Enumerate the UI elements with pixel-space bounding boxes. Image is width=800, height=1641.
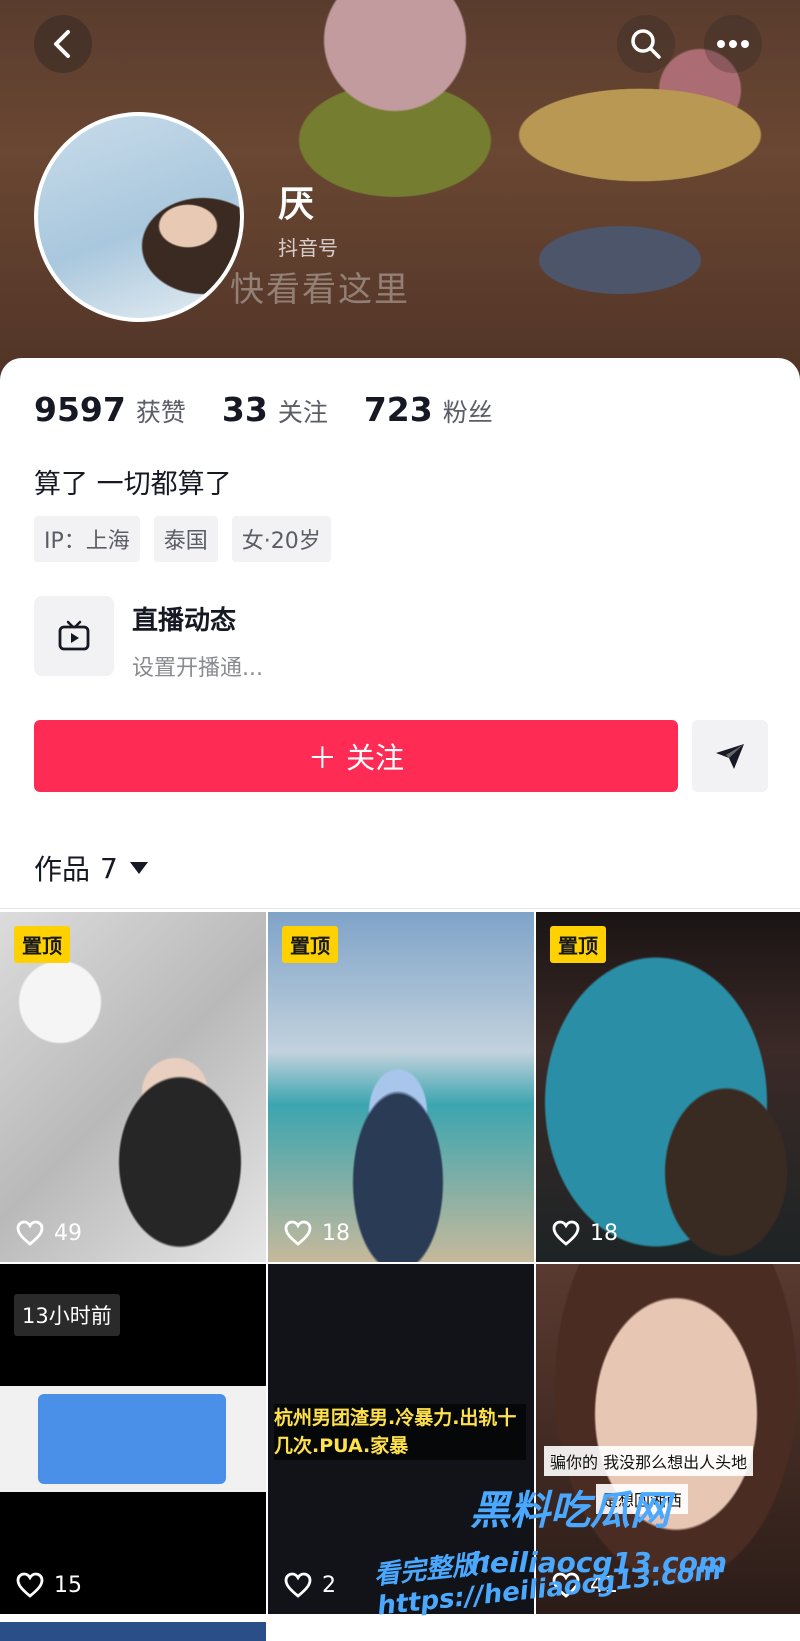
chat-screenshot xyxy=(0,1386,266,1492)
likes-count: 9597 xyxy=(34,390,126,429)
like-count: 18 xyxy=(284,1220,350,1246)
more-button[interactable] xyxy=(704,15,762,73)
works-label: 作品 xyxy=(34,853,91,886)
next-row-blank xyxy=(268,1622,800,1641)
profile-signature: 算了 一切都算了 xyxy=(34,469,232,500)
video-caption: 杭州男团渣男.冷暴力.出轨十几次.PUA.家暴 xyxy=(274,1404,526,1460)
like-count: 15 xyxy=(16,1572,82,1598)
followers-stat[interactable]: 723 粉丝 xyxy=(364,390,493,429)
chevron-left-icon xyxy=(54,30,70,58)
caret-down-icon xyxy=(129,862,148,874)
next-row-tile-edge xyxy=(0,1622,266,1641)
more-dots-icon xyxy=(717,40,749,48)
like-count: 49 xyxy=(16,1220,82,1246)
location-tag: 泰国 xyxy=(153,516,218,562)
profile-card: 9597 获赞 33 关注 723 粉丝 算了 一切都算了 IP：上海 泰国 女… xyxy=(0,358,800,910)
heart-icon xyxy=(16,1220,44,1246)
video-tile[interactable]: 置顶 18 xyxy=(268,912,534,1262)
like-count-value: 18 xyxy=(590,1220,618,1246)
profile-name: 厌 xyxy=(278,184,315,225)
back-button[interactable] xyxy=(34,15,92,73)
pinned-badge: 置顶 xyxy=(14,926,70,963)
chat-bubble xyxy=(38,1394,226,1484)
following-stat[interactable]: 33 关注 xyxy=(222,390,328,429)
followers-count: 723 xyxy=(363,390,433,429)
following-count: 33 xyxy=(221,390,268,429)
like-count: 2 xyxy=(284,1572,336,1598)
following-label: 关注 xyxy=(277,398,328,427)
gender-age-tag: 女·20岁 xyxy=(231,516,331,562)
profile-banner: 厌 抖音号 快看看这里 xyxy=(0,0,800,380)
likes-label: 获赞 xyxy=(135,398,186,427)
search-button[interactable] xyxy=(617,15,675,73)
likes-stat[interactable]: 9597 获赞 xyxy=(34,390,186,429)
message-button[interactable] xyxy=(692,720,768,792)
heart-icon xyxy=(16,1572,44,1598)
like-count-value: 18 xyxy=(322,1220,350,1246)
search-icon xyxy=(631,29,661,59)
video-tile[interactable]: 置顶 18 xyxy=(536,912,800,1262)
like-count: 18 xyxy=(552,1220,618,1246)
time-badge: 13小时前 xyxy=(14,1294,120,1336)
douyin-id: 抖音号 xyxy=(278,236,338,260)
banner-watermark-text: 快看看这里 xyxy=(230,270,410,310)
works-tab[interactable]: 作品 7 xyxy=(34,848,148,888)
avatar[interactable] xyxy=(34,112,244,322)
live-title[interactable]: 直播动态 xyxy=(132,600,236,637)
overlay-text-1: 骗你的 我没那么想出人头地 xyxy=(544,1446,754,1476)
works-count: 7 xyxy=(100,851,118,885)
follow-button[interactable]: ＋ 关注 xyxy=(34,720,678,792)
video-tile[interactable]: 置顶 49 xyxy=(0,912,266,1262)
pinned-badge: 置顶 xyxy=(282,926,338,963)
live-entry-icon-box[interactable] xyxy=(34,596,114,676)
ip-tag: IP：上海 xyxy=(34,516,140,562)
like-count-value: 49 xyxy=(54,1220,82,1246)
send-icon xyxy=(716,744,744,769)
profile-tags: IP：上海 泰国 女·20岁 xyxy=(34,516,345,562)
heart-icon xyxy=(552,1220,580,1246)
stats-row: 9597 获赞 33 关注 723 粉丝 xyxy=(34,390,529,429)
pinned-badge: 置顶 xyxy=(550,926,606,963)
tv-icon xyxy=(58,620,90,651)
video-tile[interactable]: 13小时前 15 xyxy=(0,1264,266,1614)
divider xyxy=(0,908,800,909)
followers-label: 粉丝 xyxy=(442,398,493,427)
heart-icon xyxy=(284,1572,312,1598)
heart-icon xyxy=(284,1220,312,1246)
like-count-value: 2 xyxy=(322,1572,336,1598)
live-subtitle: 设置开播通... xyxy=(132,656,263,681)
like-count-value: 15 xyxy=(54,1572,82,1598)
